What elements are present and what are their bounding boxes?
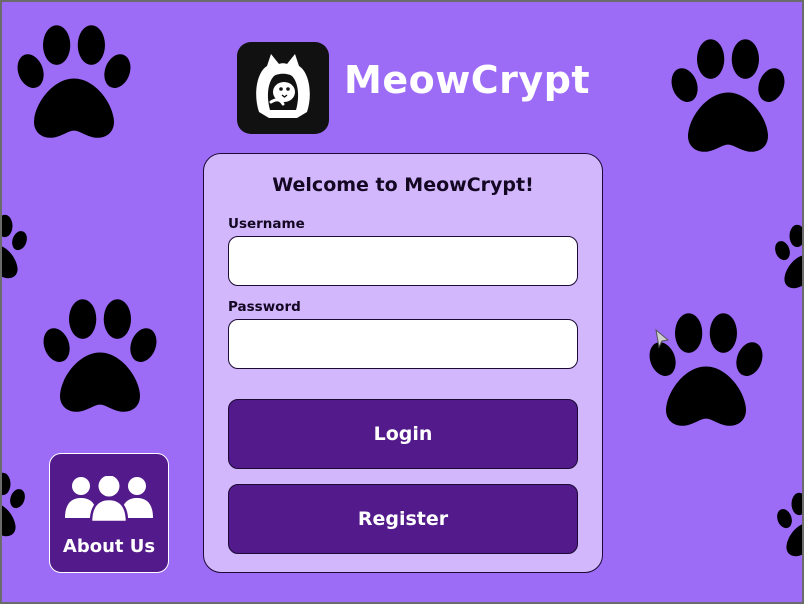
paw-print-decoration (774, 492, 804, 562)
password-label: Password (228, 299, 301, 315)
hooded-cat-icon (256, 54, 310, 118)
app-logo (237, 42, 329, 134)
about-us-button[interactable]: About Us (49, 453, 169, 573)
login-button[interactable]: Login (228, 399, 578, 469)
paw-print-decoration (0, 214, 30, 284)
username-field[interactable] (228, 236, 578, 286)
paw-print-decoration (664, 38, 792, 162)
paw-print-decoration (772, 224, 804, 294)
login-card-title: Welcome to MeowCrypt! (272, 174, 534, 196)
paw-print-decoration (36, 298, 164, 422)
team-icon (65, 476, 153, 522)
login-card: Welcome to MeowCrypt! Username Password … (203, 153, 603, 573)
about-us-label: About Us (62, 536, 156, 557)
register-button[interactable]: Register (228, 484, 578, 554)
app-title: MeowCrypt (344, 58, 591, 102)
paw-print-decoration (10, 24, 138, 148)
app-window: MeowCrypt Welcome to MeowCrypt! Username… (0, 0, 804, 604)
password-field[interactable] (228, 319, 578, 369)
username-label: Username (228, 216, 305, 232)
mouse-cursor-icon (655, 329, 670, 349)
paw-print-decoration (0, 472, 28, 542)
